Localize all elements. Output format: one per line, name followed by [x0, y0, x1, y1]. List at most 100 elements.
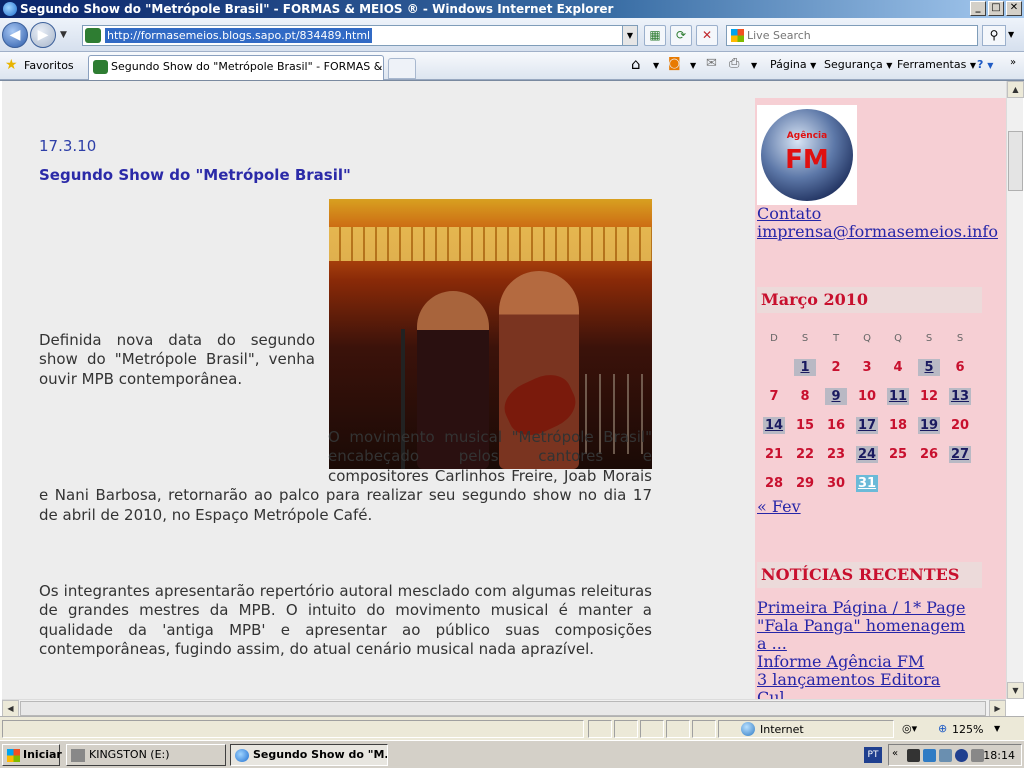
- address-bar[interactable]: http://formasemeios.blogs.sapo.pt/834489…: [82, 25, 638, 46]
- favorites-bar: ★ Favoritos Segundo Show do "Metrópole B…: [0, 52, 1024, 80]
- taskbar-item-label: KINGSTON (E:): [89, 748, 170, 761]
- search-box[interactable]: [726, 25, 978, 46]
- browser-tab[interactable]: Segundo Show do "Metrópole Brasil" - FOR…: [88, 55, 384, 80]
- taskbar-item-ie[interactable]: Segundo Show do "M...: [230, 744, 388, 766]
- tray-expand-icon[interactable]: «: [892, 748, 898, 759]
- recent-news-link[interactable]: Informe Agência FM: [757, 653, 924, 671]
- calendar-weekday: D: [770, 333, 778, 344]
- forward-button[interactable]: ▶: [30, 22, 56, 48]
- calendar-day-link[interactable]: 27: [948, 446, 972, 463]
- vertical-scrollbar[interactable]: ▲ ▼: [1006, 81, 1024, 699]
- zoom-level[interactable]: 125%: [952, 723, 983, 736]
- tray-app-icon[interactable]: [907, 749, 920, 762]
- print-dropdown-icon[interactable]: ▼: [751, 58, 757, 71]
- recent-news-link[interactable]: 3 lançamentos Editora: [757, 671, 940, 689]
- security-menu[interactable]: Segurança ▼: [824, 58, 892, 71]
- agency-logo[interactable]: Agência FM: [757, 105, 857, 205]
- calendar-day-link[interactable]: 14: [762, 417, 786, 434]
- tray-app-icon[interactable]: [939, 749, 952, 762]
- sidebar: Agência FM Contato imprensa@formasemeios…: [755, 98, 1006, 699]
- recent-news-link[interactable]: a ...: [757, 635, 787, 653]
- back-button[interactable]: ◀: [2, 22, 28, 48]
- calendar-weekday-row: DSTQQSS: [760, 324, 974, 353]
- rss-feed-icon[interactable]: ◙: [668, 56, 681, 71]
- horizontal-scroll-thumb[interactable]: [20, 701, 986, 716]
- post-title[interactable]: Segundo Show do "Metrópole Brasil": [39, 166, 351, 184]
- zoom-dropdown-icon[interactable]: ▼: [994, 724, 1000, 733]
- calendar-cell: 10: [853, 382, 881, 411]
- home-icon[interactable]: ⌂: [631, 55, 641, 73]
- scroll-right-icon[interactable]: ▶: [989, 700, 1006, 717]
- calendar-day-link[interactable]: 24: [855, 446, 879, 463]
- calendar-day-today[interactable]: 31: [855, 475, 879, 492]
- history-dropdown-icon[interactable]: ▼: [60, 30, 67, 40]
- minimize-button[interactable]: _: [970, 1, 986, 16]
- calendar-day: 3: [862, 360, 872, 375]
- favorites-button[interactable]: Favoritos: [24, 59, 74, 72]
- address-toolbar: ◀ ▶ ▼ http://formasemeios.blogs.sapo.pt/…: [0, 18, 1024, 52]
- calendar-day-link[interactable]: 5: [918, 359, 940, 376]
- recent-news-link[interactable]: Cul...: [757, 689, 800, 700]
- security-shield-icon[interactable]: [955, 749, 968, 762]
- zoom-icon[interactable]: ⊕: [938, 722, 947, 735]
- status-cell: [692, 720, 716, 738]
- calendar-day: 12: [919, 389, 939, 404]
- calendar-day: 10: [857, 389, 877, 404]
- post-paragraph-3: Os integrantes apresentarão repertório a…: [39, 582, 652, 659]
- start-button[interactable]: Iniciar: [2, 744, 62, 766]
- calendar-cell: 9: [822, 382, 850, 411]
- close-button[interactable]: ✕: [1006, 1, 1022, 16]
- volume-icon[interactable]: [971, 749, 984, 762]
- scroll-left-icon[interactable]: ◀: [2, 700, 19, 717]
- tools-menu[interactable]: Ferramentas ▼: [897, 58, 976, 71]
- prev-month-link[interactable]: « Fev: [757, 498, 801, 516]
- vertical-scroll-thumb[interactable]: [1008, 131, 1023, 191]
- contact-link[interactable]: Contato: [757, 205, 821, 223]
- scroll-up-icon[interactable]: ▲: [1007, 81, 1024, 98]
- new-tab-button[interactable]: [388, 58, 416, 79]
- compatibility-icon[interactable]: ▦: [644, 25, 666, 46]
- recent-news-link[interactable]: "Fala Panga" homenagem: [757, 617, 965, 635]
- url-input[interactable]: http://formasemeios.blogs.sapo.pt/834489…: [105, 28, 373, 43]
- scroll-down-icon[interactable]: ▼: [1007, 682, 1024, 699]
- calendar-cell: [884, 469, 912, 498]
- home-dropdown-icon[interactable]: ▼: [653, 58, 659, 71]
- window-titlebar: Segundo Show do "Metrópole Brasil" - FOR…: [0, 0, 1024, 18]
- search-options-dropdown-icon[interactable]: ▼: [1008, 30, 1014, 39]
- print-icon[interactable]: ⎙: [729, 56, 739, 71]
- logo-fm-text: FM: [785, 145, 829, 175]
- ie-icon: [3, 2, 17, 16]
- post-paragraph-2: O movimento musical "Metrópole Brasil" e…: [39, 428, 652, 525]
- taskbar-item-kingston[interactable]: KINGSTON (E:): [66, 744, 226, 766]
- calendar-cell: 24: [853, 440, 881, 469]
- toolbar-overflow-icon[interactable]: »: [1010, 57, 1016, 68]
- network-icon[interactable]: [923, 749, 936, 762]
- calendar-cell: 22: [791, 440, 819, 469]
- protected-mode-icon[interactable]: ◎▾: [902, 722, 917, 735]
- calendar-day-link[interactable]: 9: [825, 388, 847, 405]
- calendar-day: 26: [919, 447, 939, 462]
- horizontal-scrollbar[interactable]: ◀ ▶: [2, 699, 1006, 717]
- calendar-day-link[interactable]: 17: [855, 417, 879, 434]
- feed-dropdown-icon[interactable]: ▼: [690, 58, 696, 71]
- calendar-day-link[interactable]: 19: [917, 417, 941, 434]
- address-dropdown-icon[interactable]: ▼: [622, 26, 637, 45]
- stop-icon[interactable]: ✕: [696, 25, 718, 46]
- calendar-day-link[interactable]: 13: [948, 388, 972, 405]
- page-menu[interactable]: Página ▼: [770, 58, 816, 71]
- calendar-day-link[interactable]: 1: [794, 359, 816, 376]
- maximize-button[interactable]: □: [988, 1, 1004, 16]
- search-input[interactable]: [747, 28, 967, 43]
- favorites-star-icon[interactable]: ★: [5, 57, 18, 73]
- help-icon[interactable]: ? ▼: [977, 58, 993, 71]
- refresh-icon[interactable]: ⟳: [670, 25, 692, 46]
- recent-news-link[interactable]: Primeira Página / 1* Page: [757, 599, 965, 617]
- start-label: Iniciar: [23, 748, 62, 761]
- calendar-day-link[interactable]: 11: [886, 388, 910, 405]
- mail-icon[interactable]: ✉: [706, 56, 717, 71]
- calendar-cell: 19: [915, 411, 943, 440]
- search-icon[interactable]: ⚲: [982, 25, 1006, 46]
- calendar-cell: 6: [946, 353, 974, 382]
- language-indicator[interactable]: PT: [864, 747, 882, 763]
- email-link[interactable]: imprensa@formasemeios.info: [757, 223, 998, 241]
